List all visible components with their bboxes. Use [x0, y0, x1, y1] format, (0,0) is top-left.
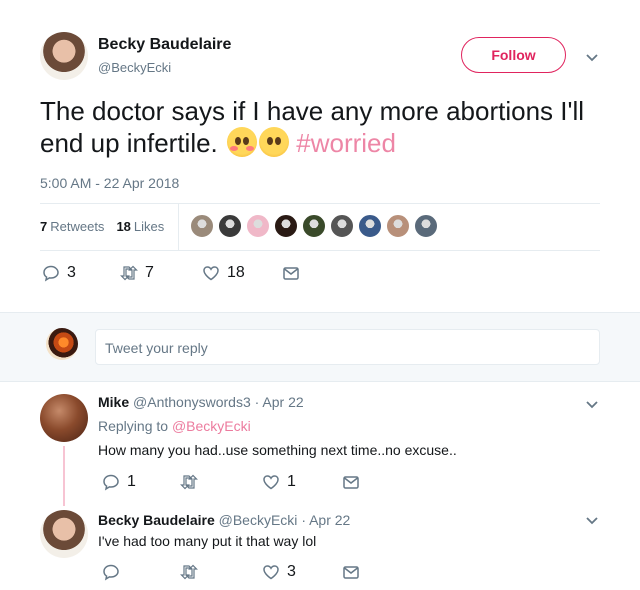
reply-text: I've had too many put it that way lol	[98, 533, 317, 549]
reply-header: Mike @Anthonyswords3 · Apr 22	[98, 394, 304, 410]
like-button[interactable]: 1	[262, 473, 296, 491]
divider	[40, 250, 600, 251]
likes-stat[interactable]: 18 Likes	[116, 219, 164, 234]
reply-input[interactable]: Tweet your reply	[95, 329, 600, 365]
reply-date[interactable]: · Apr 22	[255, 394, 304, 410]
chevron-down-icon[interactable]	[584, 49, 600, 65]
chevron-down-icon[interactable]	[584, 396, 600, 412]
reply-icon	[43, 265, 59, 282]
author-handle[interactable]: @BeckyEcki	[98, 60, 171, 75]
direct-message-button[interactable]	[342, 473, 360, 491]
reply-count: 3	[67, 264, 76, 281]
liker-avatar[interactable]	[386, 214, 410, 238]
reply-button[interactable]: 1	[102, 473, 136, 491]
likes-count: 18	[116, 219, 131, 234]
tweet-text: The doctor says if I have any more abort…	[40, 95, 600, 159]
current-user-avatar[interactable]	[46, 328, 78, 360]
reply-author-name[interactable]: Becky Baudelaire	[98, 512, 215, 528]
chevron-down-icon[interactable]	[584, 512, 600, 528]
worried-face-emoji-icon	[259, 127, 290, 157]
retweet-icon	[180, 564, 198, 580]
replying-to: Replying to @BeckyEcki	[98, 418, 251, 434]
likes-label: Likes	[133, 219, 165, 234]
reply-date[interactable]: · Apr 22	[301, 512, 350, 528]
retweet-button[interactable]: 7	[120, 264, 154, 282]
hashtag-link[interactable]: #worried	[296, 128, 396, 158]
reply-header: Becky Baudelaire @BeckyEcki · Apr 22	[98, 512, 350, 528]
reply-text: How many you had..use something next tim…	[98, 442, 457, 458]
likers-avatars	[190, 214, 438, 238]
envelope-icon	[343, 476, 359, 489]
heart-icon	[263, 565, 279, 580]
reply-icon	[103, 474, 119, 491]
retweet-count: 7	[145, 264, 154, 281]
reply-author-handle[interactable]: @Anthonyswords3	[133, 394, 251, 410]
like-count: 18	[227, 264, 245, 281]
like-count: 1	[287, 473, 296, 490]
reply-icon	[103, 564, 119, 581]
thread-connector	[63, 446, 65, 506]
envelope-icon	[343, 566, 359, 579]
like-count: 3	[287, 563, 296, 580]
heart-icon	[203, 266, 219, 281]
like-button[interactable]: 18	[202, 264, 245, 282]
liker-avatar[interactable]	[414, 214, 438, 238]
reply-count: 1	[127, 473, 136, 490]
reply-author-name[interactable]: Mike	[98, 394, 129, 410]
stats-divider	[178, 204, 179, 250]
liker-avatar[interactable]	[246, 214, 270, 238]
retweet-icon	[120, 265, 138, 281]
like-button[interactable]: 3	[262, 563, 296, 581]
flushed-face-emoji-icon	[227, 127, 258, 157]
reply-avatar[interactable]	[40, 510, 88, 558]
retweet-button[interactable]	[180, 563, 198, 581]
tweet-timestamp[interactable]: 5:00 AM - 22 Apr 2018	[40, 175, 179, 191]
direct-message-button[interactable]	[342, 563, 360, 581]
retweet-icon	[180, 474, 198, 490]
author-name[interactable]: Becky Baudelaire	[98, 36, 231, 54]
replying-to-link[interactable]: @BeckyEcki	[172, 418, 251, 434]
heart-icon	[263, 475, 279, 490]
author-avatar[interactable]	[40, 32, 88, 80]
liker-avatar[interactable]	[190, 214, 214, 238]
retweet-button[interactable]	[180, 473, 198, 491]
retweets-stat[interactable]: 7 Retweets	[40, 219, 104, 234]
retweets-count: 7	[40, 219, 48, 234]
reply-button[interactable]: 3	[42, 264, 76, 282]
reply-author-handle[interactable]: @BeckyEcki	[219, 512, 298, 528]
follow-button[interactable]: Follow	[461, 37, 566, 73]
liker-avatar[interactable]	[330, 214, 354, 238]
liker-avatar[interactable]	[218, 214, 242, 238]
reply-button[interactable]	[102, 563, 120, 581]
reply-avatar[interactable]	[40, 394, 88, 442]
liker-avatar[interactable]	[274, 214, 298, 238]
divider	[40, 203, 600, 204]
replying-label: Replying to	[98, 418, 169, 434]
envelope-icon	[283, 267, 299, 280]
tweet-stats: 7 Retweets 18 Likes	[40, 219, 164, 234]
liker-avatar[interactable]	[302, 214, 326, 238]
liker-avatar[interactable]	[358, 214, 382, 238]
retweets-label: Retweets	[50, 219, 105, 234]
direct-message-button[interactable]	[282, 264, 300, 282]
